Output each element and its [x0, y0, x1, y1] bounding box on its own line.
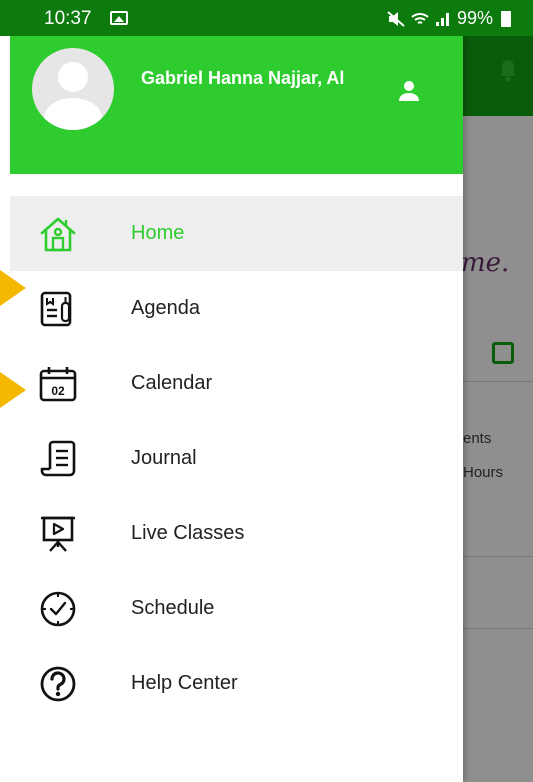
menu-item-label: Live Classes [131, 522, 245, 544]
annotation-arrow-agenda [0, 270, 26, 306]
profile-icon[interactable] [398, 80, 420, 102]
avatar[interactable] [32, 48, 114, 130]
menu-item-label: Journal [131, 447, 197, 469]
menu-item-help-center[interactable]: Help Center [10, 646, 463, 721]
live-classes-icon [41, 516, 75, 552]
external-link-icon[interactable] [492, 342, 514, 364]
agenda-icon [40, 291, 72, 327]
menu-item-calendar[interactable]: 02 Calendar [10, 346, 463, 421]
bell-icon[interactable] [498, 58, 518, 82]
menu-item-schedule[interactable]: Schedule [10, 571, 463, 646]
status-bar: 10:37 99% [0, 0, 533, 36]
annotation-arrow-calendar [0, 372, 26, 408]
journal-icon [40, 440, 76, 477]
menu-item-live-classes[interactable]: Live Classes [10, 496, 463, 571]
avatar-head [58, 62, 88, 92]
schedule-icon [40, 591, 76, 627]
calendar-icon: 02 [39, 367, 77, 402]
menu-item-agenda[interactable]: Agenda [10, 271, 463, 346]
drawer-menu: Home Agenda 02 Calendar Journal Live Cla… [10, 196, 463, 721]
mute-icon [387, 10, 405, 27]
battery-icon [501, 10, 511, 27]
menu-item-home[interactable]: Home [10, 196, 463, 271]
background-partial-text-ents: ents [463, 430, 492, 447]
status-right: 99% [387, 8, 511, 29]
divider [463, 556, 533, 557]
home-icon [40, 217, 76, 252]
wifi-icon [411, 12, 429, 24]
menu-item-label: Help Center [131, 672, 238, 694]
divider [463, 381, 533, 382]
signal-icon [435, 12, 449, 26]
user-name: Gabriel Hanna Najjar, Al [141, 68, 345, 88]
image-notification-icon [110, 11, 128, 25]
menu-item-label: Agenda [131, 297, 200, 319]
avatar-shoulders [44, 98, 102, 130]
drawer-header: Gabriel Hanna Najjar, Al [10, 36, 463, 174]
battery-percent: 99% [456, 8, 493, 28]
navigation-drawer: Gabriel Hanna Najjar, Al Home Agenda 02 … [0, 36, 463, 782]
menu-item-label: Home [131, 222, 185, 244]
divider [463, 628, 533, 629]
background-partial-text-hours: Hours [463, 464, 504, 481]
help-center-icon [40, 666, 76, 702]
status-time: 10:37 [44, 8, 92, 29]
menu-item-label: Schedule [131, 597, 215, 619]
calendar-icon-text: 02 [51, 384, 65, 398]
menu-item-journal[interactable]: Journal [10, 421, 463, 496]
background-partial-text: me. [461, 248, 510, 278]
menu-item-label: Calendar [131, 372, 213, 394]
